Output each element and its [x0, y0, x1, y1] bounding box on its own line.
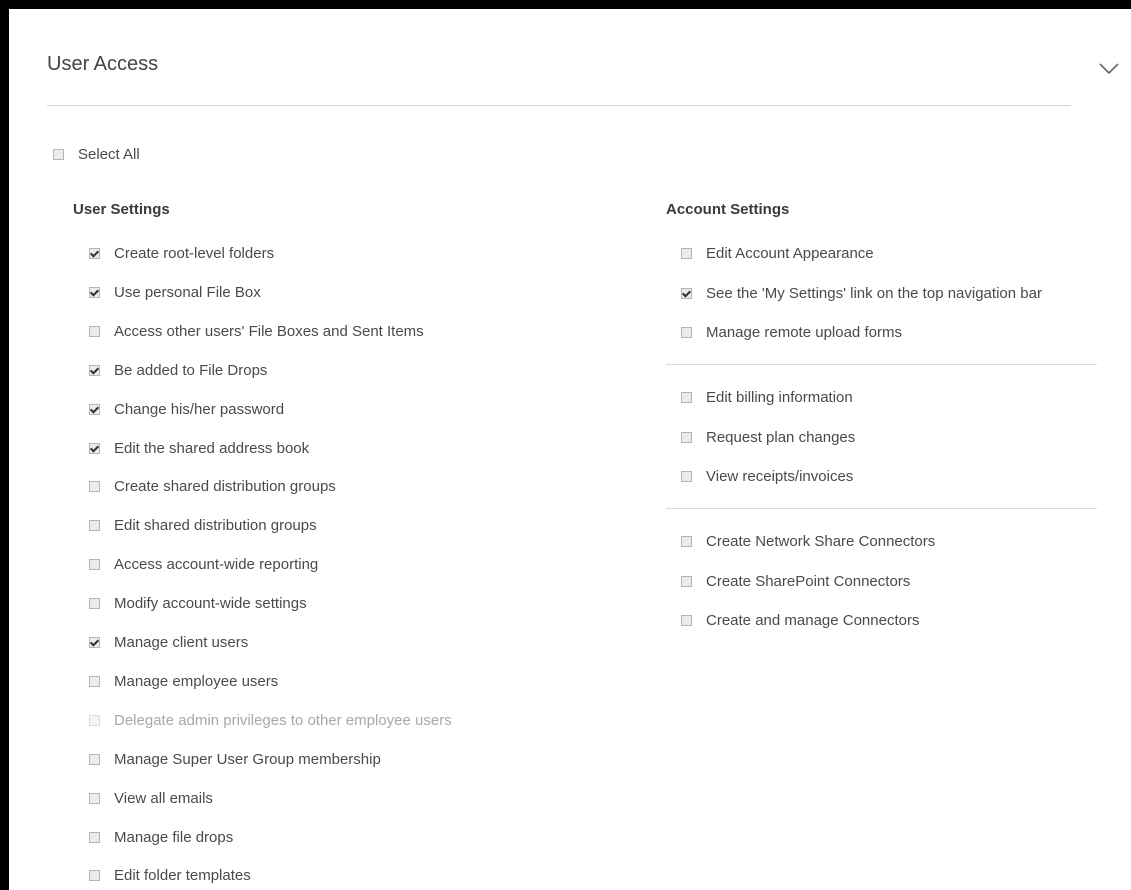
- user-setting-checkbox[interactable]: Create root-level folders: [89, 243, 274, 263]
- checkbox-label: Create and manage Connectors: [706, 611, 920, 629]
- account-setting-checkbox[interactable]: Create SharePoint Connectors: [681, 571, 910, 591]
- checkbox-label: Manage remote upload forms: [706, 323, 902, 341]
- account-setting-checkbox[interactable]: Create Network Share Connectors: [681, 531, 935, 551]
- checkbox-box[interactable]: [89, 792, 100, 804]
- checkbox-label: Manage file drops: [114, 828, 234, 846]
- user-setting-checkbox[interactable]: Edit the shared address book: [89, 438, 309, 458]
- checkbox-box[interactable]: [681, 535, 692, 547]
- user-setting-checkbox[interactable]: Manage client users: [89, 632, 248, 652]
- account-setting-checkbox[interactable]: View receipts/invoices: [681, 466, 853, 486]
- account-setting-checkbox[interactable]: Manage remote upload forms: [681, 322, 902, 342]
- checkbox-label: Edit shared distribution groups: [114, 516, 317, 534]
- checkbox-label: Create shared distribution groups: [114, 477, 336, 495]
- checkbox-box[interactable]: [89, 869, 100, 881]
- account-settings-heading: Account Settings: [666, 201, 790, 218]
- user-settings-heading: User Settings: [73, 201, 170, 218]
- checkbox-box[interactable]: [89, 364, 100, 376]
- user-setting-checkbox[interactable]: Access account-wide reporting: [89, 554, 318, 574]
- account-setting-checkbox[interactable]: See the 'My Settings' link on the top na…: [681, 283, 1042, 303]
- checkbox-box[interactable]: [89, 636, 100, 648]
- checkbox-label: Manage client users: [114, 633, 249, 651]
- checkbox-label: Edit Account Appearance: [706, 244, 874, 262]
- checkbox-label: Change his/her password: [114, 400, 285, 418]
- panel-title: User Access: [47, 53, 159, 75]
- user-setting-checkbox[interactable]: Use personal File Box: [89, 282, 261, 302]
- checkbox-box[interactable]: [53, 148, 64, 160]
- user-setting-checkbox[interactable]: Manage file drops: [89, 827, 233, 847]
- checkbox-box[interactable]: [681, 287, 692, 299]
- checkbox-label: Be added to File Drops: [114, 361, 268, 379]
- checkbox-box[interactable]: [89, 325, 100, 337]
- checkbox-box[interactable]: [89, 442, 100, 454]
- user-setting-checkbox[interactable]: Be added to File Drops: [89, 360, 267, 380]
- account-setting-checkbox[interactable]: Create and manage Connectors: [681, 610, 919, 630]
- user-setting-checkbox[interactable]: Edit shared distribution groups: [89, 515, 317, 535]
- group-divider: [666, 508, 1097, 509]
- checkbox-box[interactable]: [89, 403, 100, 415]
- user-setting-checkbox[interactable]: Manage Super User Group membership: [89, 749, 381, 769]
- user-setting-checkbox[interactable]: Edit folder templates: [89, 865, 251, 885]
- user-setting-checkbox[interactable]: Modify account-wide settings: [89, 593, 307, 613]
- checkbox-box[interactable]: [89, 519, 100, 531]
- checkbox-box[interactable]: [89, 480, 100, 492]
- account-setting-checkbox[interactable]: Edit Account Appearance: [681, 243, 874, 263]
- checkbox-label: Select All: [78, 145, 140, 163]
- checkbox-label: Use personal File Box: [114, 283, 261, 301]
- user-setting-checkbox[interactable]: Access other users' File Boxes and Sent …: [89, 321, 424, 341]
- group-divider: [666, 364, 1097, 365]
- checkbox-box[interactable]: [89, 558, 100, 570]
- user-setting-checkbox[interactable]: Manage employee users: [89, 671, 278, 691]
- checkbox-box[interactable]: [681, 391, 692, 403]
- checkbox-box[interactable]: [681, 575, 692, 587]
- user-setting-checkbox[interactable]: View all emails: [89, 788, 213, 808]
- user-setting-checkbox: Delegate admin privileges to other emplo…: [89, 710, 452, 730]
- checkbox-box[interactable]: [681, 247, 692, 259]
- checkbox-label: Access account-wide reporting: [114, 555, 319, 573]
- checkbox-box[interactable]: [681, 431, 692, 443]
- chevron-down-icon[interactable]: [1097, 56, 1121, 80]
- checkbox-box[interactable]: [89, 753, 100, 765]
- checkbox-label: Access other users' File Boxes and Sent …: [114, 322, 424, 340]
- checkbox-box[interactable]: [681, 470, 692, 482]
- account-setting-checkbox[interactable]: Edit billing information: [681, 387, 853, 407]
- checkbox-box[interactable]: [89, 831, 100, 843]
- checkbox-label: See the 'My Settings' link on the top na…: [706, 284, 1042, 302]
- checkbox-label: View receipts/invoices: [706, 467, 854, 485]
- checkbox-label: Edit folder templates: [114, 866, 251, 884]
- select-all-checkbox[interactable]: Select All: [53, 144, 140, 164]
- checkbox-label: Delegate admin privileges to other emplo…: [114, 711, 452, 729]
- checkbox-label: Edit billing information: [706, 388, 853, 406]
- checkbox-label: Create Network Share Connectors: [706, 532, 936, 550]
- checkbox-label: Modify account-wide settings: [114, 594, 307, 612]
- title-divider: [47, 105, 1071, 106]
- user-access-panel: User Access Select All User Settings Acc…: [0, 0, 1131, 890]
- user-setting-checkbox[interactable]: Change his/her password: [89, 399, 284, 419]
- checkbox-box[interactable]: [681, 614, 692, 626]
- checkbox-box[interactable]: [89, 286, 100, 298]
- user-setting-checkbox[interactable]: Create shared distribution groups: [89, 476, 336, 496]
- checkbox-box[interactable]: [89, 675, 100, 687]
- checkbox-label: Edit the shared address book: [114, 439, 310, 457]
- checkbox-box[interactable]: [89, 597, 100, 609]
- checkbox-box[interactable]: [89, 247, 100, 259]
- checkbox-label: Create root-level folders: [114, 244, 275, 262]
- checkbox-box: [89, 714, 100, 726]
- checkbox-label: Manage Super User Group membership: [114, 750, 381, 768]
- account-setting-checkbox[interactable]: Request plan changes: [681, 427, 855, 447]
- checkbox-label: View all emails: [114, 789, 213, 807]
- checkbox-label: Create SharePoint Connectors: [706, 572, 911, 590]
- checkbox-box[interactable]: [681, 326, 692, 338]
- checkbox-label: Manage employee users: [114, 672, 279, 690]
- checkbox-label: Request plan changes: [706, 428, 856, 446]
